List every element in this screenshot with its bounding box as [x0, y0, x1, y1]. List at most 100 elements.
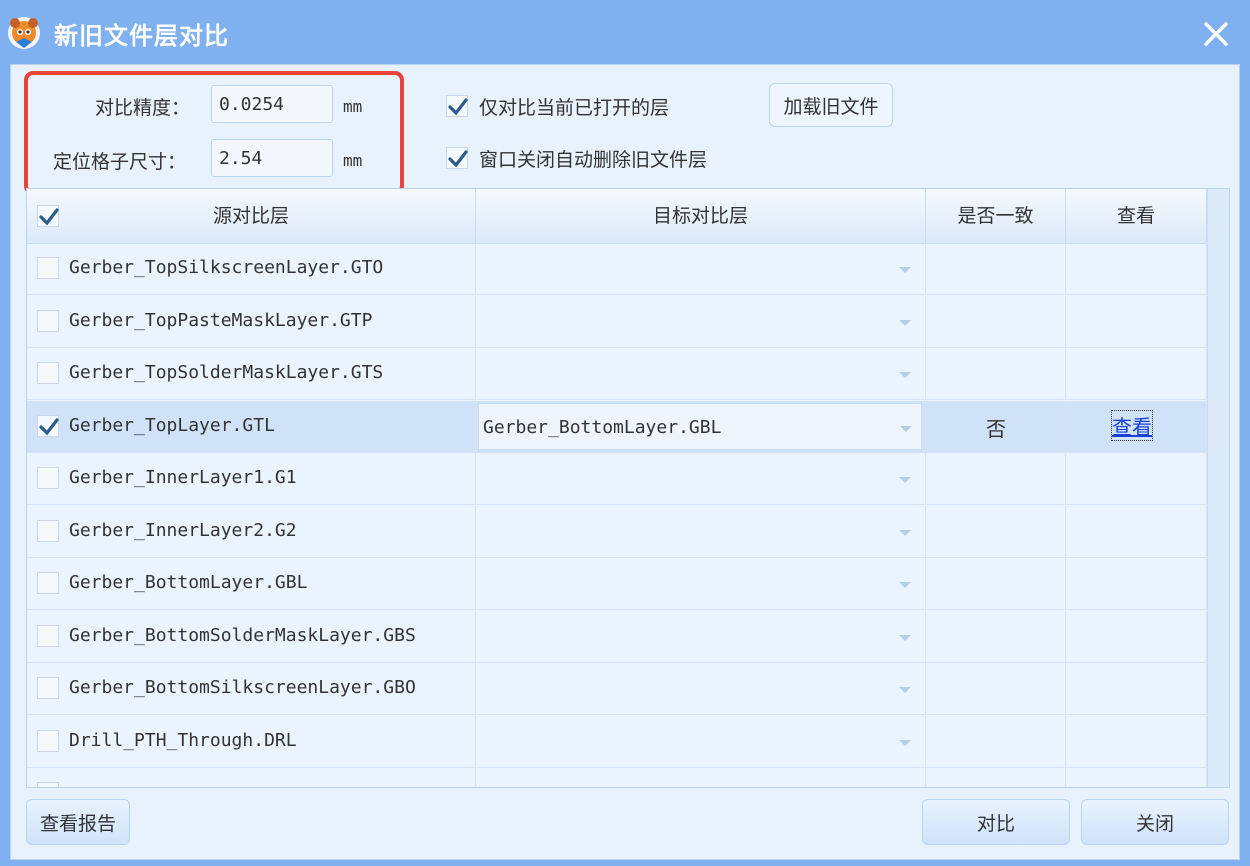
only-open-label: 仅对比当前已打开的层	[479, 97, 670, 119]
target-layer-select[interactable]	[478, 350, 922, 397]
table-row[interactable]: Gerber_InnerLayer1.G1	[27, 453, 1207, 505]
target-cell[interactable]	[476, 295, 926, 347]
target-layer-select[interactable]	[478, 560, 922, 607]
row-checkbox[interactable]	[37, 729, 59, 752]
source-layer-name: Gerber_BottomSolderMaskLayer.GBS	[69, 624, 416, 646]
source-cell	[27, 768, 476, 787]
load-old-file-button[interactable]: 加载旧文件	[769, 83, 893, 127]
dropdown-arrow-icon[interactable]	[898, 265, 912, 275]
row-checkbox[interactable]	[37, 677, 59, 699]
row-checkbox[interactable]	[37, 414, 59, 437]
dropdown-arrow-icon[interactable]	[898, 580, 912, 590]
dropdown-arrow-icon[interactable]	[898, 633, 912, 643]
vertical-scrollbar[interactable]	[1207, 189, 1229, 787]
target-cell[interactable]	[476, 610, 926, 662]
target-cell[interactable]: Gerber_BottomLayer.GBL	[476, 400, 926, 452]
row-checkbox[interactable]	[37, 572, 59, 594]
dropdown-arrow-icon[interactable]	[898, 318, 912, 328]
dropdown-arrow-icon[interactable]	[898, 528, 912, 538]
dropdown-arrow-icon[interactable]	[898, 475, 912, 485]
row-checkbox[interactable]	[37, 467, 59, 489]
view-cell	[1066, 610, 1207, 662]
precision-label: 对比精度：	[95, 97, 191, 119]
target-layer-select[interactable]	[478, 245, 922, 292]
match-cell	[926, 715, 1066, 767]
target-cell[interactable]	[476, 348, 926, 399]
dropdown-arrow-icon[interactable]	[899, 424, 913, 434]
table-row[interactable]: Gerber_TopPasteMaskLayer.GTP	[27, 295, 1207, 348]
target-cell[interactable]	[476, 243, 926, 294]
table-row[interactable]: Gerber_BottomSilkscreenLayer.GBO	[27, 663, 1207, 715]
target-layer-select[interactable]	[478, 298, 922, 345]
auto-delete-checkbox[interactable]	[446, 147, 468, 169]
close-button[interactable]: 关闭	[1081, 799, 1229, 845]
view-cell	[1066, 505, 1207, 557]
target-cell[interactable]	[476, 715, 926, 767]
source-layer-name: Gerber_InnerLayer1.G1	[69, 467, 297, 488]
target-layer-value: Gerber_BottomLayer.GBL	[483, 416, 722, 438]
table-row[interactable]	[27, 768, 1207, 787]
target-layer-select[interactable]	[478, 718, 922, 765]
match-result: 否	[986, 416, 1006, 441]
row-checkbox[interactable]	[37, 257, 59, 279]
match-cell	[926, 243, 1066, 294]
target-layer-select[interactable]: Gerber_BottomLayer.GBL	[478, 402, 922, 450]
table-row[interactable]: Drill_PTH_Through.DRL	[27, 715, 1207, 768]
close-icon[interactable]	[1196, 14, 1236, 54]
source-cell: Gerber_TopSolderMaskLayer.GTS	[27, 348, 476, 399]
match-cell	[926, 610, 1066, 662]
table-row[interactable]: Gerber_TopLayer.GTL Gerber_BottomLayer.GB…	[27, 400, 1207, 453]
dropdown-arrow-icon[interactable]	[898, 370, 912, 380]
dropdown-arrow-icon[interactable]	[898, 685, 912, 695]
dropdown-arrow-icon[interactable]	[898, 738, 912, 748]
grid-size-input[interactable]	[211, 139, 333, 177]
target-cell[interactable]	[476, 505, 926, 557]
compare-button[interactable]: 对比	[922, 799, 1070, 845]
target-layer-select[interactable]	[478, 455, 922, 502]
column-source[interactable]: 源对比层	[27, 189, 476, 243]
table-row[interactable]: Gerber_TopSilkscreenLayer.GTO	[27, 243, 1207, 295]
target-cell[interactable]	[476, 663, 926, 714]
row-checkbox[interactable]	[37, 519, 59, 542]
row-checkbox[interactable]	[37, 624, 59, 647]
table-row[interactable]: Gerber_BottomSolderMaskLayer.GBS	[27, 610, 1207, 663]
view-cell	[1066, 715, 1207, 767]
column-match[interactable]: 是否一致	[926, 189, 1066, 243]
target-layer-select[interactable]	[478, 613, 922, 660]
row-checkbox[interactable]	[37, 309, 59, 332]
view-report-button[interactable]: 查看报告	[26, 799, 130, 845]
table-header: 源对比层 目标对比层 是否一致 查看	[27, 189, 1207, 244]
target-cell[interactable]	[476, 768, 926, 787]
source-cell: Gerber_BottomLayer.GBL	[27, 558, 476, 609]
title-bar[interactable]: 新旧文件层对比	[0, 0, 1250, 64]
target-cell[interactable]	[476, 453, 926, 504]
target-layer-select[interactable]	[478, 665, 922, 712]
column-view[interactable]: 查看	[1066, 189, 1207, 243]
row-checkbox[interactable]	[37, 782, 59, 787]
source-layer-name: Drill_PTH_Through.DRL	[69, 729, 297, 751]
view-cell	[1066, 663, 1207, 714]
target-layer-select[interactable]	[478, 508, 922, 555]
checkmark-icon	[39, 417, 59, 435]
view-cell: 查看	[1066, 400, 1207, 452]
precision-unit: mm	[343, 97, 363, 116]
table-row[interactable]: Gerber_BottomLayer.GBL	[27, 558, 1207, 610]
view-link[interactable]: 查看	[1111, 409, 1153, 441]
table-row[interactable]: Gerber_InnerLayer2.G2	[27, 505, 1207, 558]
source-cell: Gerber_InnerLayer1.G1	[27, 453, 476, 504]
select-all-checkbox[interactable]	[37, 205, 59, 227]
app-logo-icon	[8, 17, 40, 49]
checkmark-icon	[448, 98, 468, 116]
view-cell	[1066, 768, 1207, 787]
only-open-checkbox[interactable]	[446, 95, 468, 117]
column-target[interactable]: 目标对比层	[476, 189, 926, 243]
layer-table: 源对比层 目标对比层 是否一致 查看 Gerber_TopSilkscreenL…	[26, 188, 1230, 788]
table-row[interactable]: Gerber_TopSolderMaskLayer.GTS	[27, 348, 1207, 400]
source-layer-name: Gerber_BottomLayer.GBL	[69, 572, 308, 593]
precision-input[interactable]	[211, 85, 333, 123]
column-source-label: 源对比层	[212, 205, 289, 227]
match-cell	[926, 558, 1066, 609]
target-cell[interactable]	[476, 558, 926, 609]
view-cell	[1066, 295, 1207, 347]
row-checkbox[interactable]	[37, 362, 59, 384]
